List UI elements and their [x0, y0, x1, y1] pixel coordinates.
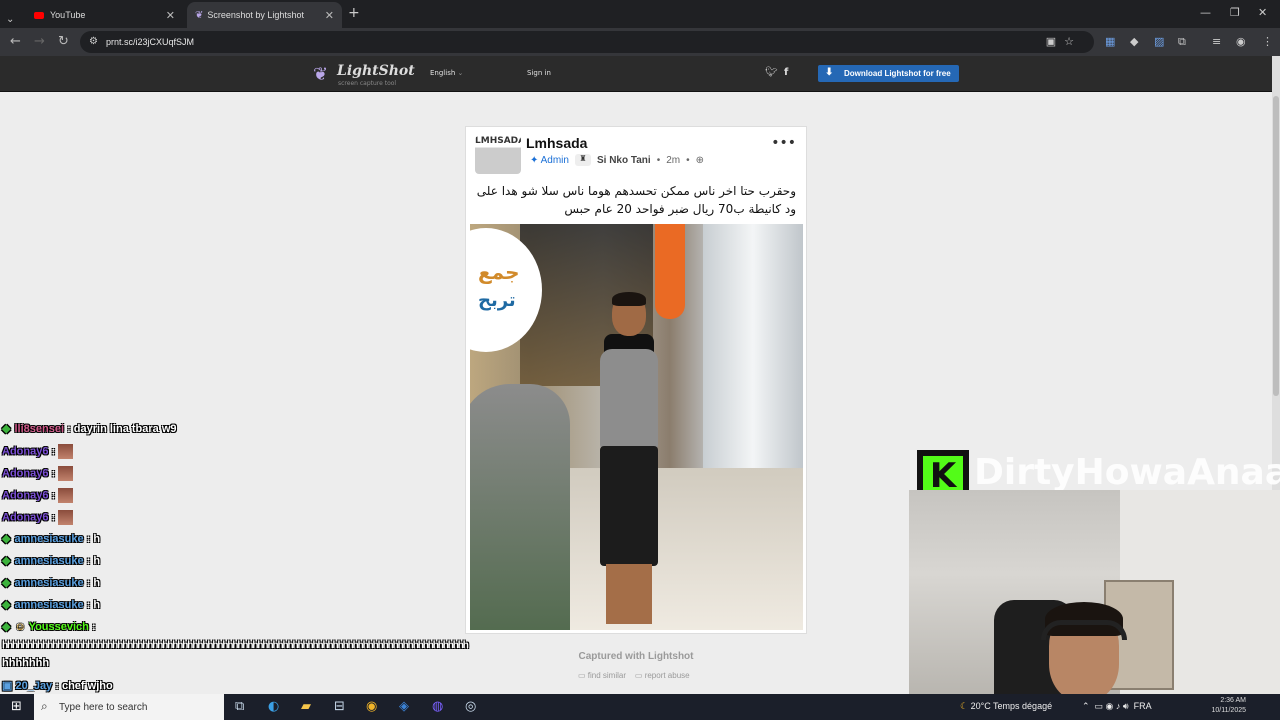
- tab-youtube[interactable]: YouTube ✕: [28, 2, 183, 28]
- close-tab-icon[interactable]: ✕: [325, 9, 334, 22]
- menu-kebab-icon[interactable]: ⋮: [1262, 35, 1273, 48]
- taskbar-search-box[interactable]: ⌕ Type here to search: [34, 694, 224, 720]
- chat-message: ◆ amnesiasuke : h: [2, 533, 101, 545]
- browser-tab-bar: ⌄ YouTube ✕ ❦ Screenshot by Lightshot ✕ …: [0, 0, 1280, 28]
- extension-translate-icon[interactable]: ▦: [1105, 35, 1115, 48]
- search-placeholder: Type here to search: [59, 701, 148, 713]
- photo-person: [590, 292, 670, 624]
- emote-icon: [58, 510, 74, 525]
- maximize-icon[interactable]: ❐: [1230, 6, 1240, 19]
- discord-icon[interactable]: ◍: [432, 699, 443, 714]
- chrome-icon[interactable]: ◉: [366, 699, 377, 714]
- extensions-puzzle-icon[interactable]: ⧉: [1178, 35, 1186, 49]
- image-actions: ▭ find similar ▭ report abuse: [578, 671, 690, 680]
- close-tab-icon[interactable]: ✕: [166, 9, 175, 22]
- windows-start-icon[interactable]: ⊞: [11, 699, 22, 714]
- twitter-icon[interactable]: 🐦︎: [765, 67, 778, 78]
- post-author: Si Nko Tani: [596, 154, 651, 166]
- chat-message: ◆ amnesiasuke : h: [2, 599, 101, 611]
- address-bar[interactable]: ⚙ prnt.sc/i23jCXUqfSJM ▣☆: [80, 31, 1094, 53]
- reload-icon[interactable]: ↻: [58, 34, 69, 49]
- taskbar-clock[interactable]: 2:36 AM 10/11/2025: [1206, 696, 1246, 716]
- overlay-text-1: جمع: [478, 260, 520, 284]
- captured-with-lightshot[interactable]: Captured with Lightshot: [575, 651, 697, 662]
- post-photo: جمع تربح: [470, 224, 803, 630]
- reading-list-icon[interactable]: ≡: [1212, 35, 1221, 48]
- url-text: prnt.sc/i23jCXUqfSJM: [106, 37, 195, 47]
- chat-message: ◆ amnesiasuke : h: [2, 577, 101, 589]
- lightshot-header: ❦ LightShot screen capture tool English …: [0, 56, 1280, 92]
- top-fan-badge-icon: ♜: [574, 154, 591, 166]
- sign-in-link[interactable]: Sign in: [527, 69, 551, 77]
- address-toolbar: ← → ↻ ⚙ prnt.sc/i23jCXUqfSJM ▣☆ ▦ ◆ ▨ ⧉ …: [0, 28, 1280, 56]
- scrollbar-thumb[interactable]: [1273, 96, 1279, 396]
- profile-icon[interactable]: ◉: [1236, 35, 1246, 48]
- page-avatar: LMHSADA: [475, 136, 521, 174]
- chat-message: ◆ amnesiasuke : h: [2, 555, 101, 567]
- chat-message: Adonay6 :: [2, 466, 74, 481]
- find-similar-link[interactable]: ▭ find similar: [578, 671, 626, 680]
- forward-icon[interactable]: →: [34, 34, 45, 49]
- chat-message: Adonay6 :: [2, 510, 74, 525]
- new-tab-icon[interactable]: +: [348, 5, 360, 21]
- logo-name: LightShot: [337, 63, 415, 79]
- emote-icon: [58, 488, 74, 503]
- minimize-icon[interactable]: —: [1200, 6, 1211, 19]
- logo-tagline: screen capture tool: [338, 80, 397, 87]
- chat-message: Adonay6 :: [2, 444, 74, 459]
- chat-message: ◆ ☺ Youssevich :: [2, 621, 96, 633]
- post-page-name: Lmhsada: [526, 135, 588, 151]
- app-icon[interactable]: ◈: [399, 699, 409, 714]
- post-meta: ✦ Admin ♜ Si Nko Tani • 2m • ⊕: [530, 154, 705, 166]
- chevron-down-icon: ⌄: [457, 69, 464, 77]
- facebook-icon[interactable]: f: [784, 67, 788, 78]
- bookmark-star-icon[interactable]: ☆: [1064, 36, 1082, 48]
- stream-channel-name: DirtyHowaAnaa: [974, 452, 1280, 493]
- more-options-icon: •••: [771, 135, 796, 151]
- emote-icon: [58, 466, 74, 481]
- post-time: 2m: [666, 154, 681, 166]
- task-view-icon[interactable]: ⧉: [235, 699, 244, 714]
- overlay-text-2: تربح: [478, 290, 516, 311]
- globe-icon: ⊕: [695, 154, 705, 166]
- back-icon[interactable]: ←: [10, 34, 21, 49]
- tab-lightshot[interactable]: ❦ Screenshot by Lightshot ✕: [187, 2, 342, 28]
- site-info-icon[interactable]: ⚙: [89, 36, 98, 47]
- youtube-icon: [34, 11, 44, 19]
- chat-message: hhhhhhh: [2, 657, 50, 669]
- download-label: Download Lightshot for free: [844, 69, 951, 78]
- input-language: FRA: [1133, 701, 1152, 711]
- lightshot-feather-icon: ❦: [195, 9, 204, 21]
- post-text: وحقرب حتا اخر ناس ممكن تحسدهم هوما ناس س…: [476, 184, 796, 216]
- tab-title: YouTube: [50, 10, 86, 20]
- obs-icon[interactable]: ◎: [465, 699, 476, 714]
- language-selector[interactable]: English ⌄: [430, 69, 463, 77]
- close-window-icon[interactable]: ✕: [1258, 6, 1267, 19]
- download-icon: ⬇: [825, 67, 834, 78]
- moon-icon: ☾: [960, 701, 969, 711]
- cast-icon[interactable]: ▣: [1046, 36, 1064, 48]
- avatar-text: LMHSADA: [475, 136, 521, 146]
- chat-message: Adonay6 :: [2, 488, 74, 503]
- chat-message: ◆ lli8sensei : dayrin lina tbara w9: [2, 423, 177, 435]
- tab-title: Screenshot by Lightshot: [207, 10, 304, 20]
- chat-message: ▣ 20_Jay : chef wjho: [2, 680, 113, 692]
- emote-icon: [58, 444, 74, 459]
- edge-icon[interactable]: ◐: [268, 699, 279, 714]
- store-icon[interactable]: ⊟: [334, 699, 345, 714]
- file-explorer-icon[interactable]: ▰: [301, 699, 311, 714]
- webcam-overlay: [909, 490, 1280, 700]
- windows-taskbar: ⊞ ⌕ Type here to search ⧉ ◐ ▰ ⊟ ◉ ◈ ◍ ◎ …: [0, 694, 1280, 720]
- extension-screenshot-icon[interactable]: ▨: [1154, 35, 1164, 48]
- lightshot-feather-icon: ❦: [313, 64, 329, 85]
- download-lightshot-button[interactable]: ⬇ Download Lightshot for free: [818, 65, 959, 82]
- report-abuse-link[interactable]: ▭ report abuse: [635, 671, 690, 680]
- extension-diamond-icon[interactable]: ◆: [1130, 35, 1138, 48]
- system-tray[interactable]: ⌃ ▭ ◉ ♪ 🔊︎ FRA: [1082, 701, 1152, 712]
- admin-badge: ✦ Admin: [530, 154, 569, 166]
- search-icon: ⌕: [41, 699, 48, 713]
- weather-widget[interactable]: ☾ 20°C Temps dégagé: [960, 701, 1052, 712]
- chat-message: hhhhhhhhhhhhhhhhhhhhhhhhhhhhhhhhhhhhhhhh…: [2, 640, 469, 651]
- screenshot-image[interactable]: LMHSADA Lmhsada ✦ Admin ♜ Si Nko Tani • …: [465, 126, 807, 634]
